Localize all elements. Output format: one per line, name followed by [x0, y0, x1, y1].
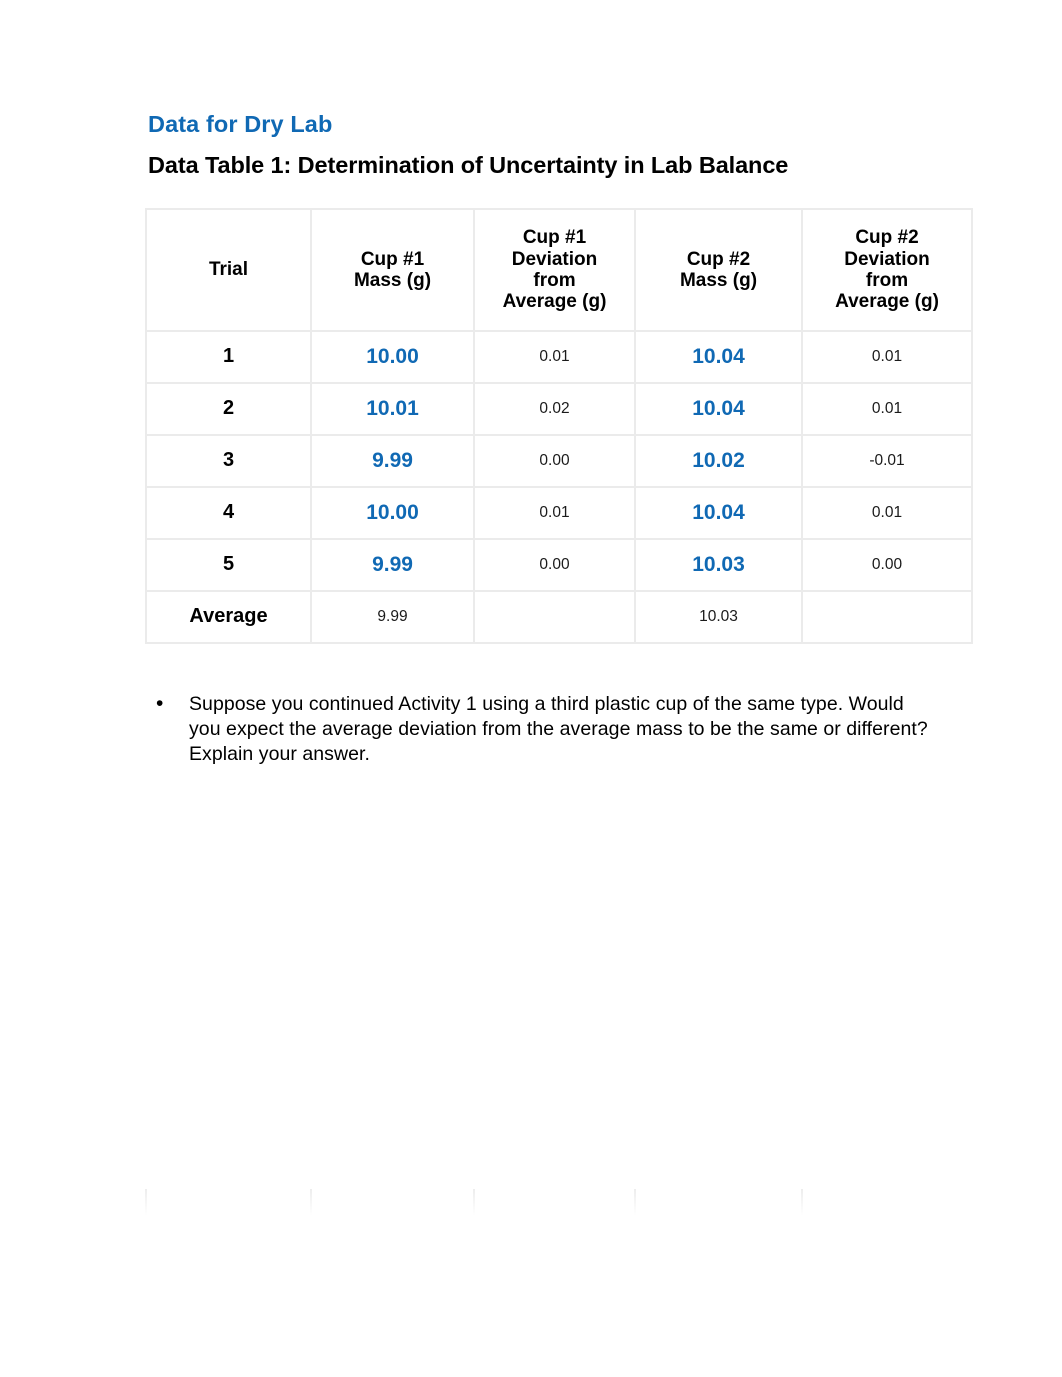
cell-cup2-deviation[interactable]: -0.01	[801, 433, 973, 488]
cell-cup1-mass[interactable]: 10.00	[310, 485, 475, 540]
column-header-cup2-mass-line1: Cup #2	[686, 248, 751, 270]
cell-average-cup2-deviation[interactable]	[801, 589, 973, 644]
cell-cup2-mass[interactable]: 10.04	[634, 329, 803, 384]
cut-cell	[145, 1189, 312, 1215]
column-header-trial-text: Trial	[208, 259, 249, 281]
cell-cup1-deviation[interactable]: 0.00	[473, 537, 636, 592]
column-header-cup2-deviation-line4: Average (g)	[835, 291, 939, 313]
cell-cup2-deviation[interactable]: 0.01	[801, 381, 973, 436]
column-header-cup1-mass: Cup #1 Mass (g)	[310, 207, 475, 332]
cell-cup2-mass[interactable]: 10.04	[634, 485, 803, 540]
cell-average-cup1-mass[interactable]: 9.99	[310, 589, 475, 644]
cell-cup1-deviation[interactable]: 0.02	[473, 381, 636, 436]
next-table-cutoff	[145, 1189, 971, 1215]
cell-cup1-deviation[interactable]: 0.01	[473, 485, 636, 540]
cell-cup1-deviation[interactable]: 0.00	[473, 433, 636, 488]
cell-cup2-deviation[interactable]: 0.01	[801, 329, 973, 384]
column-header-cup2-mass: Cup #2 Mass (g)	[634, 207, 803, 332]
table-body: 1 10.00 0.01 10.04 0.01 2 10.01 0.02 10.…	[145, 329, 973, 644]
cut-cell	[801, 1189, 971, 1215]
cut-cell	[310, 1189, 475, 1215]
column-header-cup2-mass-line2: Mass (g)	[679, 269, 758, 291]
cell-trial: 3	[145, 433, 312, 488]
column-header-cup1-deviation-line2: Deviation	[511, 248, 598, 270]
cell-trial: 5	[145, 537, 312, 592]
cell-cup2-deviation[interactable]: 0.00	[801, 537, 973, 592]
cell-cup1-mass[interactable]: 10.01	[310, 381, 475, 436]
cut-cell	[634, 1189, 803, 1215]
cell-cup2-mass[interactable]: 10.03	[634, 537, 803, 592]
column-header-cup1-deviation-line1: Cup #1	[522, 227, 587, 249]
document-page: Data for Dry Lab Data Table 1: Determina…	[0, 0, 1062, 1377]
column-header-cup1-deviation: Cup #1 Deviation from Average (g)	[473, 207, 636, 332]
question-bullet-item: • Suppose you continued Activity 1 using…	[145, 692, 929, 767]
column-header-cup2-deviation: Cup #2 Deviation from Average (g)	[801, 207, 973, 332]
column-header-cup2-deviation-line2: Deviation	[844, 248, 930, 270]
cell-cup1-deviation[interactable]: 0.01	[473, 329, 636, 384]
cell-trial: 2	[145, 381, 312, 436]
column-header-cup2-deviation-line1: Cup #2	[855, 227, 919, 249]
table-row: 5 9.99 0.00 10.03 0.00	[145, 537, 973, 592]
document-content: Data for Dry Lab Data Table 1: Determina…	[145, 110, 975, 767]
data-table-1: Trial Cup #1 Mass (g) Cup #1 Deviation f…	[145, 207, 973, 644]
cell-cup1-mass[interactable]: 9.99	[310, 537, 475, 592]
table-header: Trial Cup #1 Mass (g) Cup #1 Deviation f…	[145, 207, 973, 332]
table-row: 1 10.00 0.01 10.04 0.01	[145, 329, 973, 384]
table-row: 2 10.01 0.02 10.04 0.01	[145, 381, 973, 436]
cell-cup1-mass[interactable]: 9.99	[310, 433, 475, 488]
table-row	[145, 1189, 971, 1215]
page-title: Data for Dry Lab	[148, 111, 333, 137]
table-row: 4 10.00 0.01 10.04 0.01	[145, 485, 973, 540]
column-header-cup1-mass-line2: Mass (g)	[353, 269, 432, 291]
cell-cup1-mass[interactable]: 10.00	[310, 329, 475, 384]
data-table-title: Data Table 1: Determination of Uncertain…	[148, 151, 789, 178]
column-header-trial: Trial	[145, 207, 312, 332]
column-header-cup1-deviation-line3: from	[533, 269, 576, 291]
cell-average-label: Average	[145, 589, 312, 644]
table-row: 3 9.99 0.00 10.02 -0.01	[145, 433, 973, 488]
bullet-point-icon: •	[156, 691, 164, 715]
column-header-cup1-deviation-line4: Average (g)	[502, 291, 607, 313]
cell-cup2-mass[interactable]: 10.02	[634, 433, 803, 488]
table-header-row: Trial Cup #1 Mass (g) Cup #1 Deviation f…	[145, 207, 973, 332]
column-header-cup1-mass-line1: Cup #1	[360, 248, 425, 270]
cut-cell	[473, 1189, 636, 1215]
cell-cup2-deviation[interactable]: 0.01	[801, 485, 973, 540]
column-header-cup2-deviation-line3: from	[865, 269, 909, 291]
cell-trial: 4	[145, 485, 312, 540]
table-row-average: Average 9.99 10.03	[145, 589, 973, 644]
cell-cup2-mass[interactable]: 10.04	[634, 381, 803, 436]
next-table-partial	[145, 1189, 971, 1215]
cell-average-cup2-mass[interactable]: 10.03	[634, 589, 803, 644]
cell-trial: 1	[145, 329, 312, 384]
question-text: Suppose you continued Activity 1 using a…	[189, 692, 928, 765]
cell-average-cup1-deviation[interactable]	[473, 589, 636, 644]
